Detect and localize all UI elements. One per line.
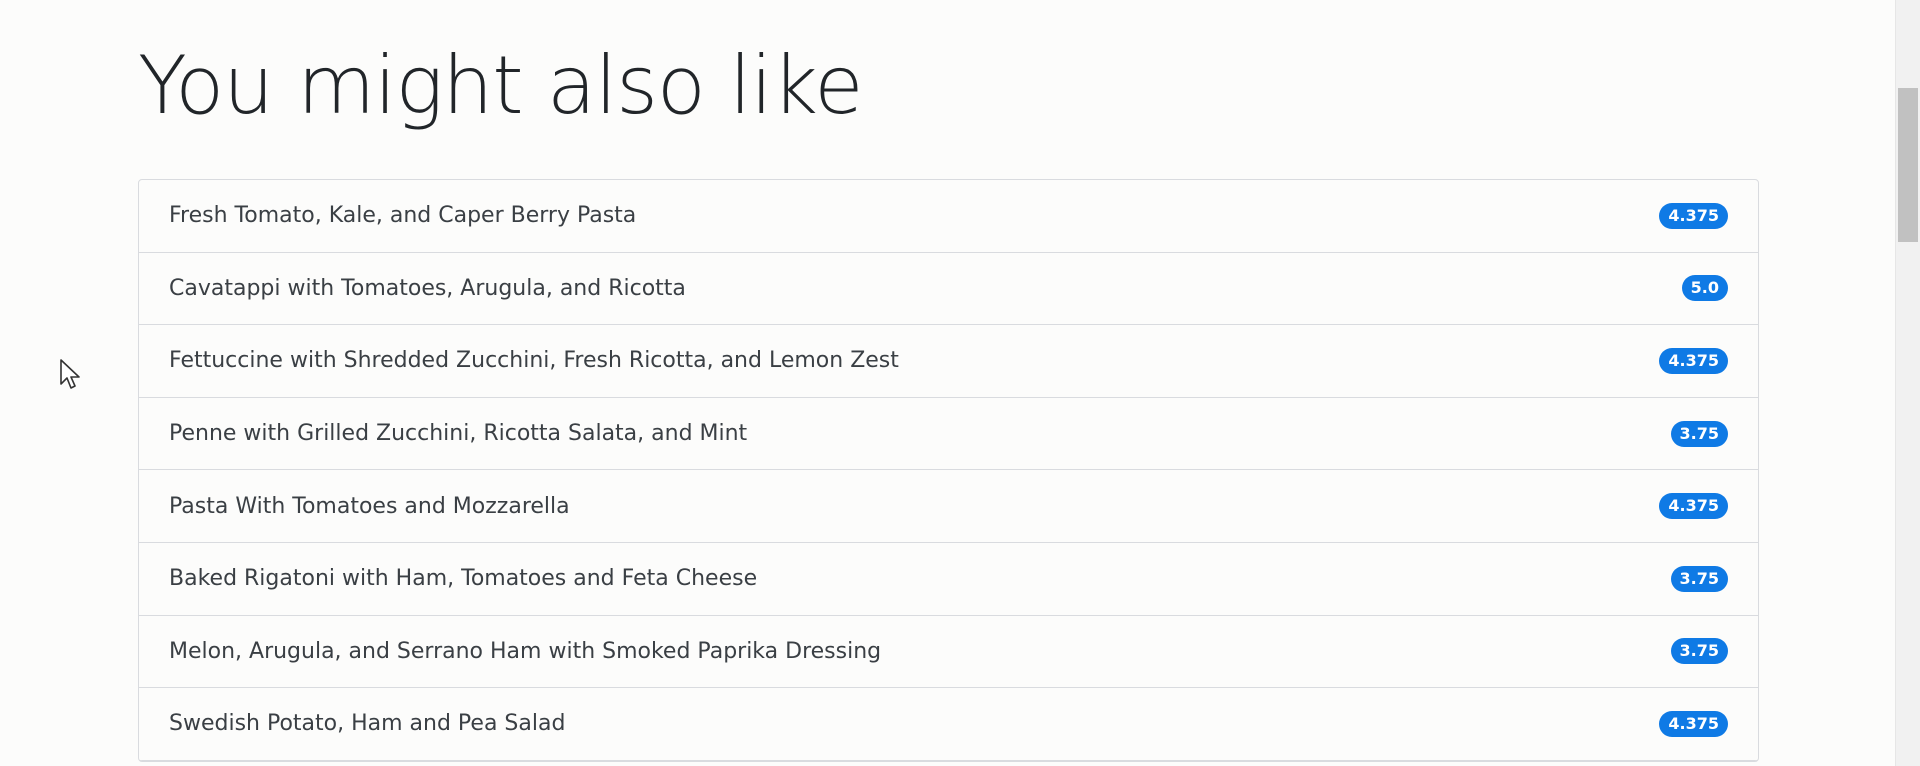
rating-badge: 3.75 — [1670, 565, 1728, 592]
vertical-scrollbar[interactable] — [1895, 0, 1920, 766]
recipe-name: Cavatappi with Tomatoes, Arugula, and Ri… — [169, 275, 686, 301]
rating-badge: 3.75 — [1670, 420, 1728, 447]
list-item[interactable]: Fettuccine with Shredded Zucchini, Fresh… — [139, 325, 1758, 398]
mouse-pointer-icon — [60, 359, 80, 389]
section-title: You might also like — [138, 39, 863, 132]
recipe-name: Baked Rigatoni with Ham, Tomatoes and Fe… — [169, 566, 758, 592]
recipe-name: Swedish Potato, Ham and Pea Salad — [169, 711, 566, 737]
recipe-name: Fresh Tomato, Kale, and Caper Berry Past… — [169, 203, 637, 229]
rating-badge: 3.75 — [1670, 638, 1728, 665]
recipe-name: Fettuccine with Shredded Zucchini, Fresh… — [169, 348, 899, 374]
recipe-name: Melon, Arugula, and Serrano Ham with Smo… — [169, 638, 882, 664]
list-item[interactable]: Pasta With Tomatoes and Mozzarella 4.375 — [139, 470, 1758, 543]
page: You might also like Fresh Tomato, Kale, … — [0, 0, 1920, 766]
list-item[interactable]: Cavatappi with Tomatoes, Arugula, and Ri… — [139, 253, 1758, 326]
rating-badge: 5.0 — [1681, 275, 1728, 302]
recipe-name: Penne with Grilled Zucchini, Ricotta Sal… — [169, 421, 748, 447]
list-item[interactable]: Melon, Arugula, and Serrano Ham with Smo… — [139, 616, 1758, 689]
recipe-name: Pasta With Tomatoes and Mozzarella — [169, 493, 570, 519]
list-item[interactable]: Penne with Grilled Zucchini, Ricotta Sal… — [139, 398, 1758, 471]
scrollbar-thumb[interactable] — [1898, 88, 1918, 242]
list-item[interactable]: Fresh Tomato, Kale, and Caper Berry Past… — [139, 180, 1758, 253]
list-item[interactable]: Swedish Potato, Ham and Pea Salad 4.375 — [139, 688, 1758, 761]
rating-badge: 4.375 — [1659, 493, 1728, 520]
list-item[interactable]: Baked Rigatoni with Ham, Tomatoes and Fe… — [139, 543, 1758, 616]
rating-badge: 4.375 — [1659, 202, 1728, 229]
recipe-list: Fresh Tomato, Kale, and Caper Berry Past… — [138, 179, 1759, 762]
rating-badge: 4.375 — [1659, 710, 1728, 737]
rating-badge: 4.375 — [1659, 347, 1728, 374]
